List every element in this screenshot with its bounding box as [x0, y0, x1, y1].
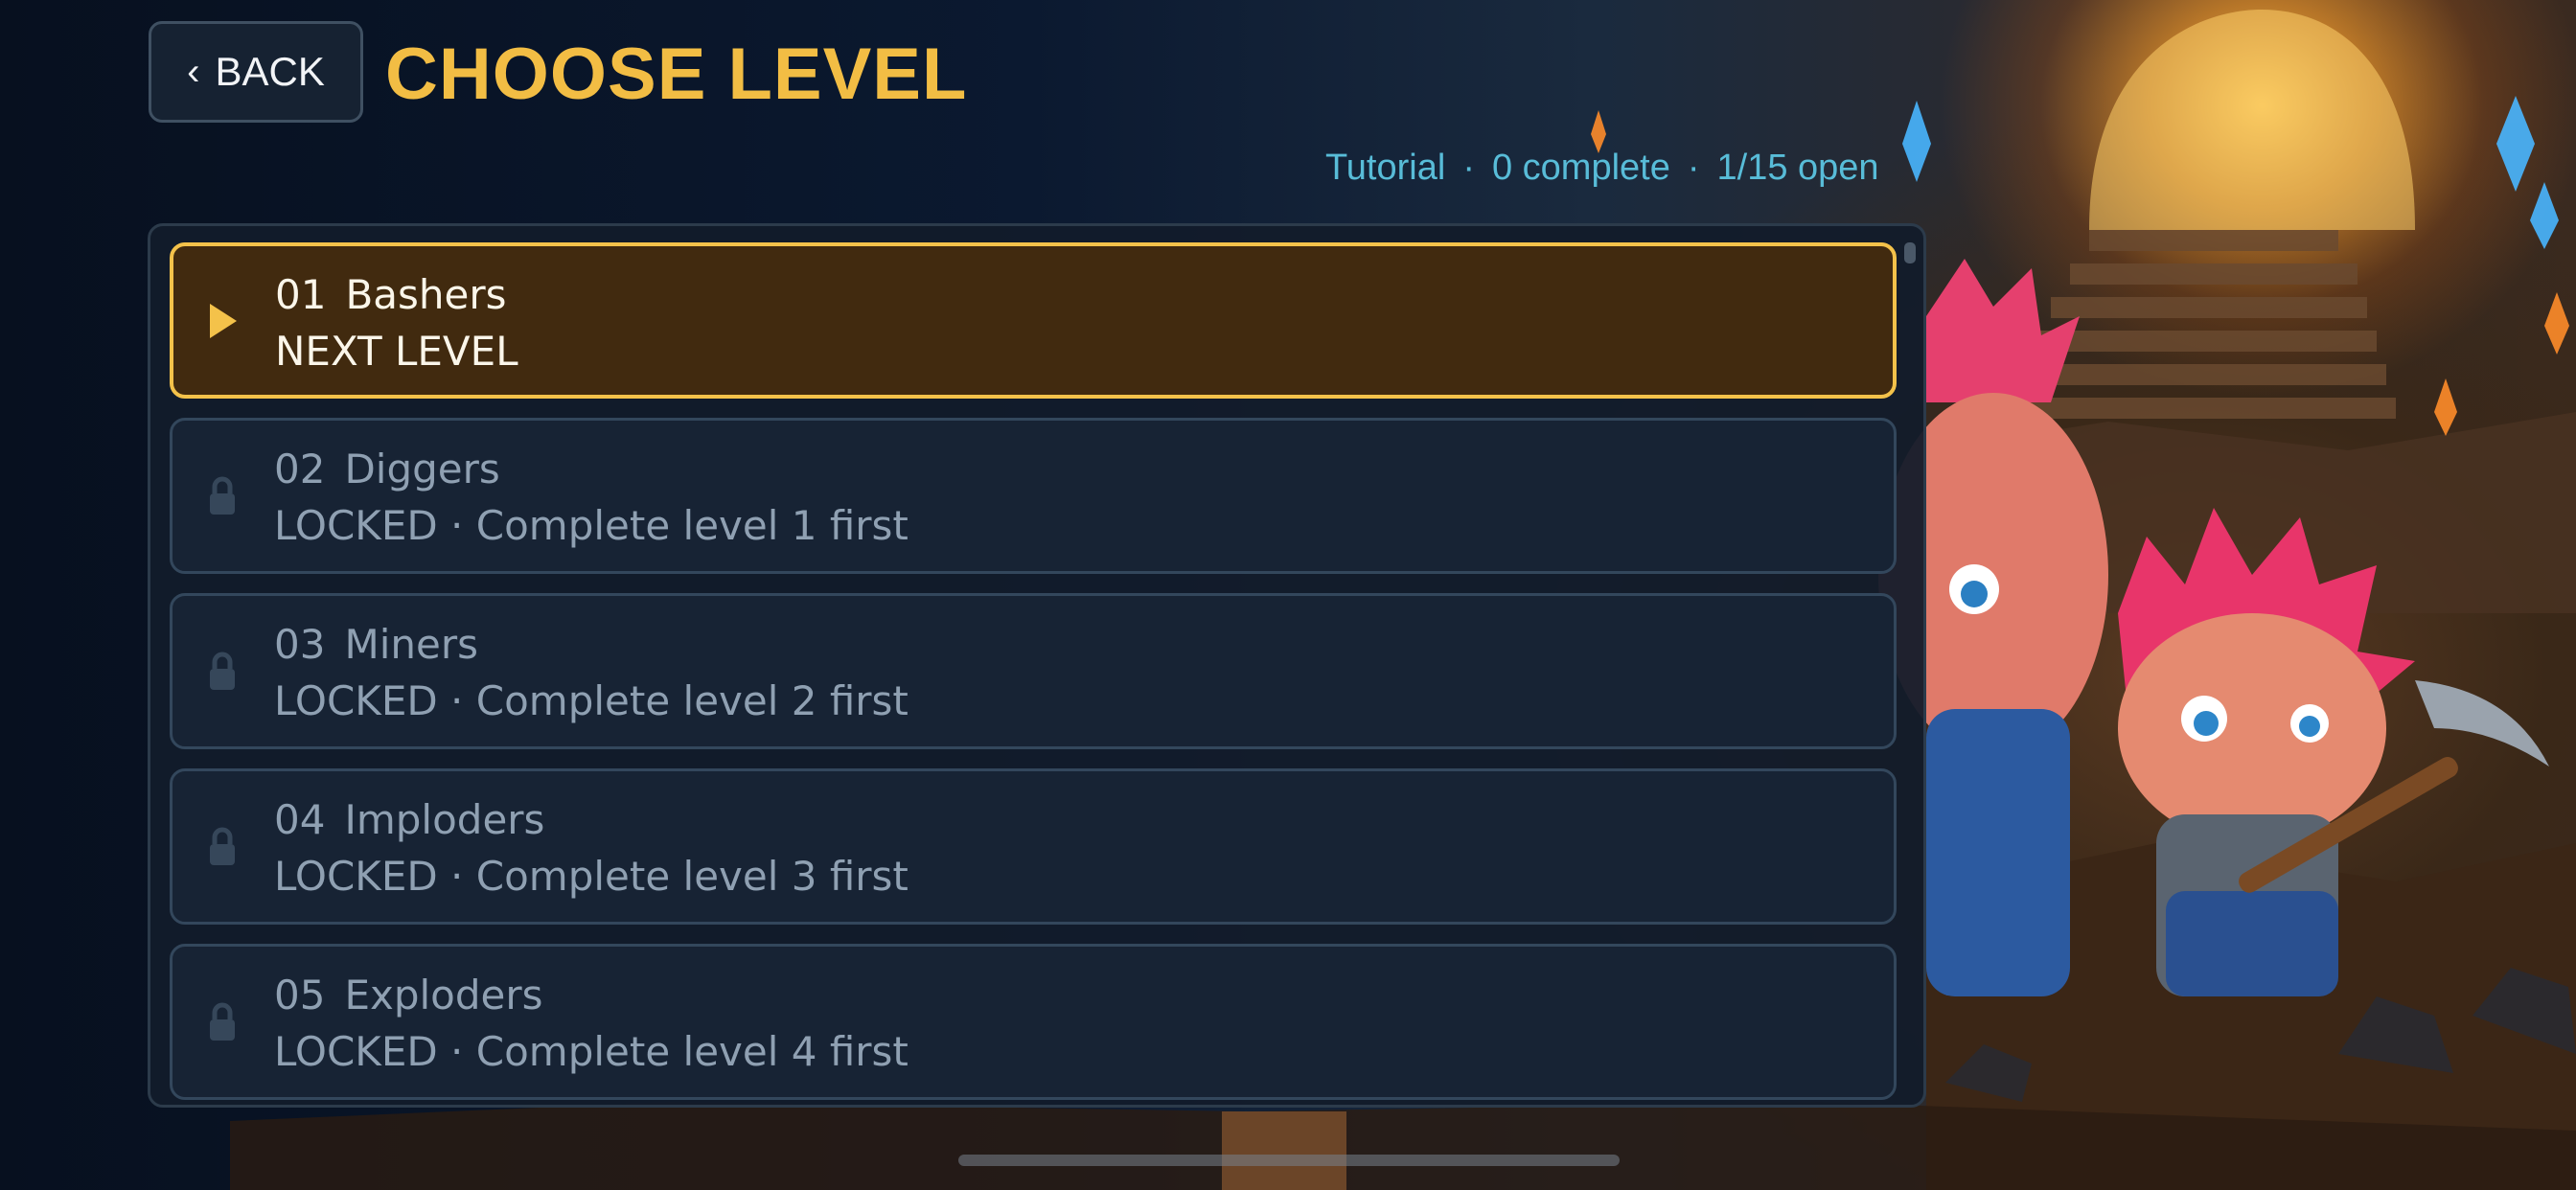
- level-status: LOCKED · Complete level 4 first: [274, 1028, 908, 1075]
- level-title: 03 Miners: [274, 621, 478, 668]
- level-title: 05 Exploders: [274, 972, 543, 1018]
- level-card-01[interactable]: 01 Bashers NEXT LEVEL: [170, 242, 1897, 399]
- back-button[interactable]: ‹ BACK: [149, 21, 363, 123]
- lock-icon: [201, 469, 243, 523]
- level-card-02[interactable]: 02 Diggers LOCKED · Complete level 1 firs…: [170, 418, 1897, 574]
- lock-icon: [201, 995, 243, 1049]
- status-separator: ·: [1687, 148, 1700, 188]
- level-name: Imploders: [344, 796, 545, 843]
- level-title: 02 Diggers: [274, 446, 500, 492]
- level-number: 05: [274, 972, 326, 1018]
- status-complete: 0 complete: [1491, 148, 1670, 188]
- level-card-04[interactable]: 04 Imploders LOCKED · Complete level 3 fi…: [170, 768, 1897, 925]
- level-status: LOCKED · Complete level 2 first: [274, 677, 908, 724]
- page-title: CHOOSE LEVEL: [385, 34, 968, 115]
- lock-icon: [201, 820, 243, 874]
- level-card-05[interactable]: 05 Exploders LOCKED · Complete level 4 fi…: [170, 944, 1897, 1100]
- level-name: Miners: [344, 621, 478, 668]
- status-mode: Tutorial: [1325, 148, 1446, 188]
- chevron-left-icon: ‹: [187, 50, 200, 93]
- level-name: Exploders: [344, 972, 543, 1018]
- level-number: 02: [274, 446, 326, 492]
- level-card-03[interactable]: 03 Miners LOCKED · Complete level 2 first: [170, 593, 1897, 749]
- level-list[interactable]: 01 Bashers NEXT LEVEL 02 Diggers LOCKED · …: [148, 223, 1926, 1108]
- home-indicator[interactable]: [958, 1155, 1620, 1166]
- level-name: Bashers: [345, 271, 507, 318]
- level-number: 01: [275, 271, 327, 318]
- status-open: 1/15 open: [1716, 148, 1879, 188]
- level-title: 01 Bashers: [275, 271, 507, 318]
- level-title: 04 Imploders: [274, 796, 544, 843]
- lock-icon: [201, 645, 243, 698]
- back-label: BACK: [215, 49, 325, 94]
- level-number: 03: [274, 621, 326, 668]
- level-status: LOCKED · Complete level 1 first: [274, 502, 908, 549]
- level-name: Diggers: [344, 446, 500, 492]
- level-status: LOCKED · Complete level 3 first: [274, 853, 908, 900]
- play-icon: [202, 294, 244, 348]
- status-separator: ·: [1462, 148, 1475, 188]
- level-status: NEXT LEVEL: [275, 328, 518, 375]
- level-number: 04: [274, 796, 326, 843]
- progress-status: Tutorial · 0 complete · 1/15 open: [1325, 148, 1879, 189]
- scrollbar[interactable]: [1904, 242, 1916, 263]
